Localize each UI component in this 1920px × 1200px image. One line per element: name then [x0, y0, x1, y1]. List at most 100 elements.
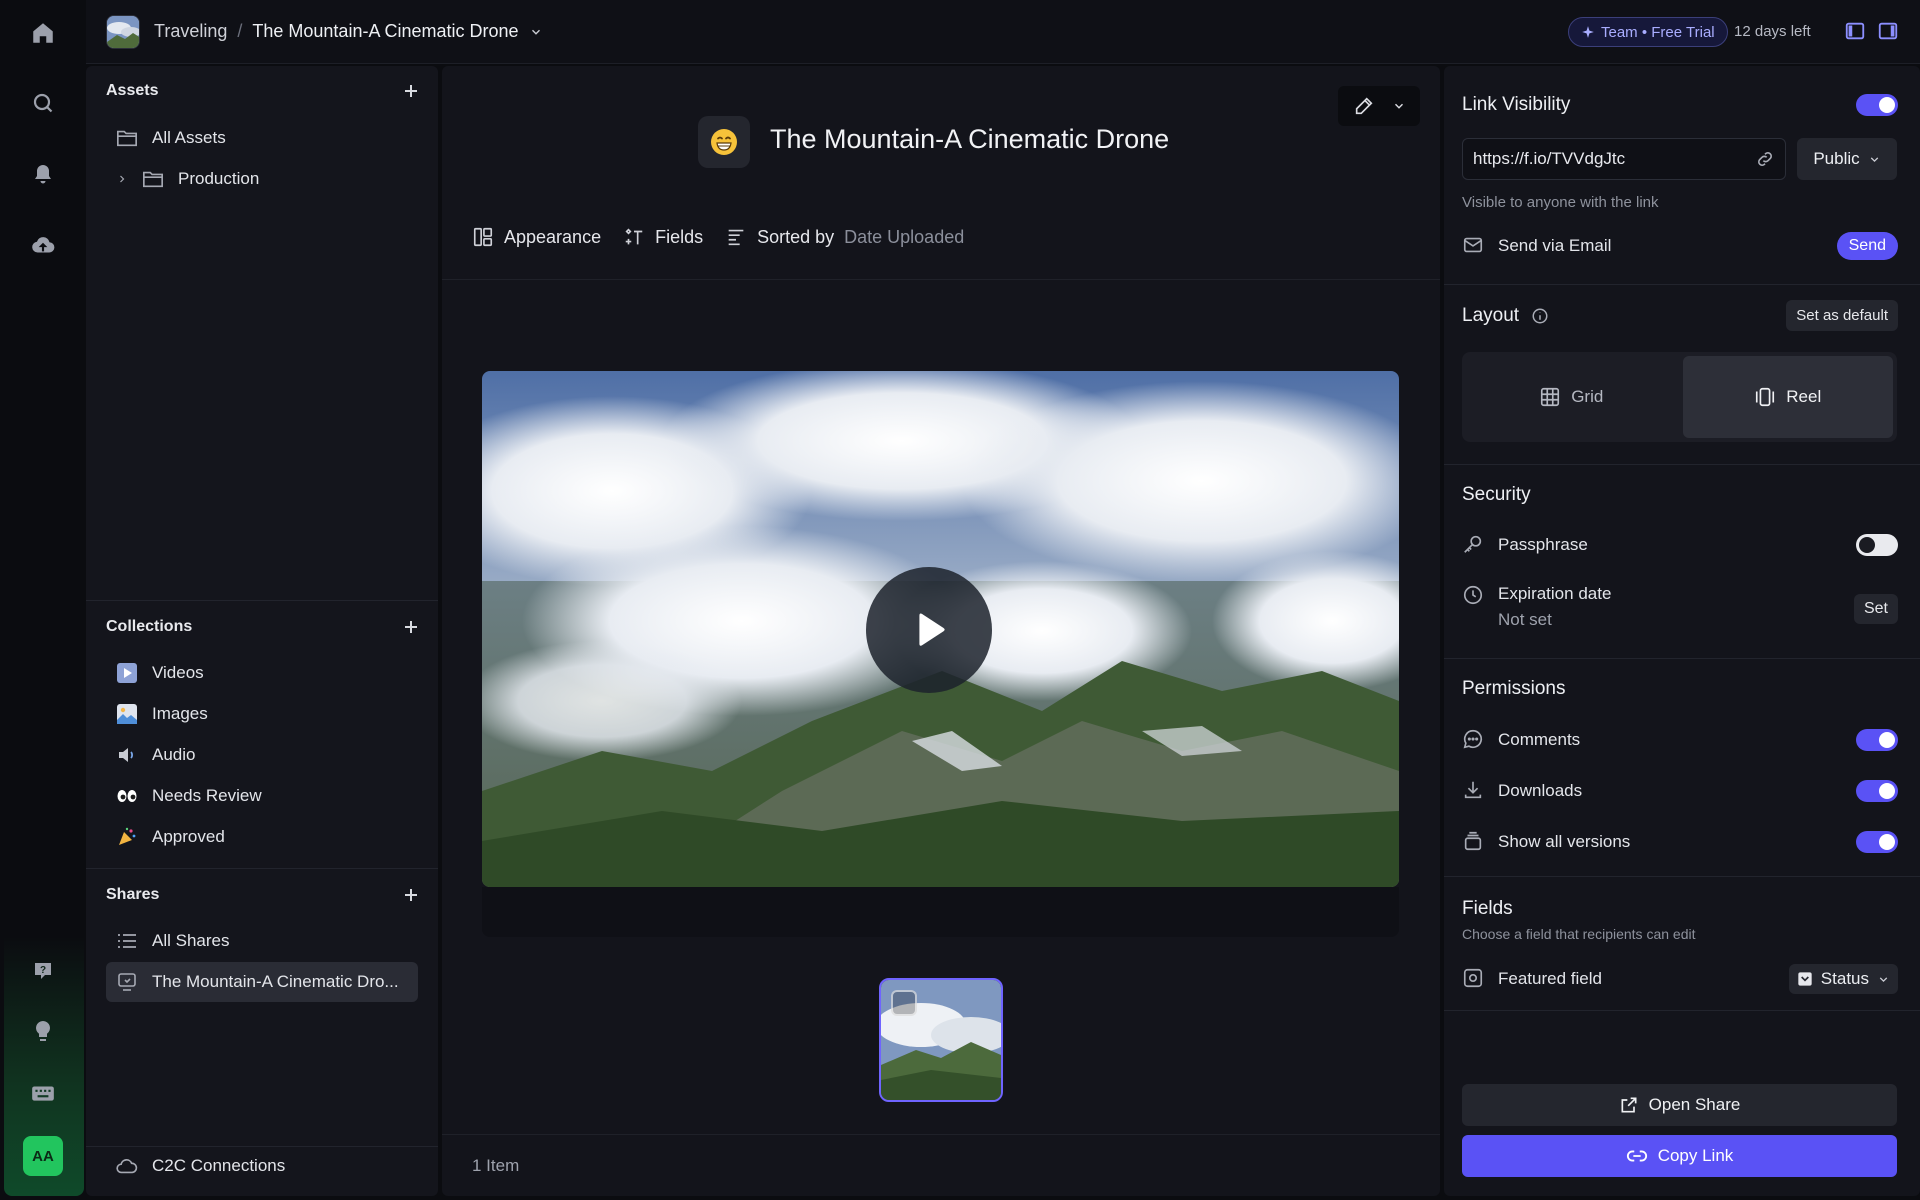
lightbulb-icon[interactable] [22, 1010, 64, 1052]
breadcrumb: Traveling / The Mountain-A Cinematic Dro… [154, 21, 543, 42]
share-current[interactable]: The Mountain-A Cinematic Dro... [106, 962, 418, 1002]
right-panel-toggle-icon[interactable] [1877, 20, 1901, 44]
add-share-icon[interactable] [404, 888, 418, 902]
divider [442, 1134, 1440, 1135]
sidebar-item-label: Approved [152, 827, 225, 846]
featured-field-select[interactable]: Status [1788, 964, 1898, 994]
chevron-right-icon[interactable] [116, 173, 128, 185]
link-visibility-row: Link Visibility [1462, 94, 1898, 116]
sidebar-item-label: C2C Connections [152, 1156, 286, 1175]
comments-toggle[interactable] [1856, 729, 1898, 751]
sidebar-item-label: Audio [152, 745, 196, 764]
link-icon[interactable] [1755, 149, 1775, 169]
passphrase-toggle[interactable] [1856, 534, 1898, 556]
breadcrumb-separator: / [237, 21, 243, 41]
collection-approved[interactable]: Approved [106, 817, 418, 857]
search-icon[interactable] [22, 82, 64, 124]
downloads-toggle[interactable] [1856, 780, 1898, 802]
downloads-label: Downloads [1498, 781, 1583, 800]
appearance-button[interactable]: Appearance [472, 226, 601, 248]
security-title: Security [1462, 484, 1531, 505]
trial-badge[interactable]: Team • Free Trial [1568, 17, 1728, 47]
set-as-default-button[interactable]: Set as default [1786, 300, 1898, 331]
link-visibility-title: Link Visibility [1462, 94, 1571, 115]
divider [1444, 876, 1920, 877]
speaker-icon [116, 744, 138, 766]
cloud-icon [116, 1155, 138, 1177]
upload-cloud-icon[interactable] [22, 225, 64, 267]
comments-label-group: Comments [1462, 728, 1580, 752]
chevron-down-icon [1868, 153, 1881, 166]
collection-videos[interactable]: Videos [106, 653, 418, 693]
open-share-button[interactable]: Open Share [1462, 1084, 1897, 1126]
thumbnail-select-checkbox[interactable] [891, 990, 917, 1016]
download-icon [1462, 779, 1486, 803]
set-expiration-button[interactable]: Set [1853, 594, 1898, 624]
expiration-text: Expiration date Not set [1498, 584, 1611, 630]
layout-option-label: Reel [1786, 387, 1822, 406]
top-header: Traveling / The Mountain-A Cinematic Dro… [86, 0, 1920, 64]
bell-icon[interactable] [22, 153, 64, 195]
show-versions-label-group: Show all versions [1462, 830, 1630, 854]
versions-stack-icon [1462, 830, 1486, 854]
folder-icon [142, 168, 164, 190]
sidebar-item-all-assets[interactable]: All Assets [106, 118, 418, 158]
visibility-select[interactable]: Public [1797, 138, 1897, 180]
home-icon[interactable] [22, 12, 64, 54]
breadcrumb-project[interactable]: Traveling [154, 21, 227, 42]
sidebar-item-production[interactable]: Production [106, 159, 418, 199]
layout-option-grid[interactable]: Grid [1466, 356, 1677, 438]
play-button[interactable] [866, 567, 992, 693]
fields-button[interactable]: Fields [623, 226, 703, 248]
pencil-icon [1353, 95, 1375, 117]
days-left: 12 days left [1734, 23, 1811, 40]
send-email-label-group: Send via Email [1462, 234, 1611, 258]
fields-header: Fields [1462, 898, 1898, 920]
featured-field-row: Featured field Status [1462, 964, 1898, 994]
help-icon[interactable]: ? [22, 950, 64, 992]
passphrase-label-group: Passphrase [1462, 533, 1588, 557]
title-emoji[interactable] [698, 116, 750, 168]
add-asset-icon[interactable] [404, 84, 418, 98]
item-count: 1 Item [472, 1156, 520, 1175]
reel-thumbnail[interactable] [879, 978, 1003, 1102]
eyes-icon [116, 785, 138, 807]
collection-images[interactable]: Images [106, 694, 418, 734]
edit-button[interactable] [1338, 86, 1420, 126]
project-thumbnail[interactable] [106, 14, 140, 49]
open-share-label: Open Share [1648, 1095, 1741, 1114]
left-panel-toggle-icon[interactable] [1844, 20, 1868, 44]
visibility-hint-row: Visible to anyone with the link [1462, 194, 1898, 211]
fields-title: Fields [1462, 898, 1513, 919]
collection-needs-review[interactable]: Needs Review [106, 776, 418, 816]
featured-field-label: Featured field [1498, 969, 1602, 988]
layout-option-reel[interactable]: Reel [1682, 356, 1893, 438]
video-player[interactable] [482, 371, 1399, 887]
info-icon[interactable] [1531, 307, 1549, 325]
sidebar-item-label: Needs Review [152, 786, 262, 805]
send-button[interactable]: Send [1836, 232, 1898, 260]
keyboard-icon[interactable] [22, 1072, 64, 1114]
sort-button[interactable]: Sorted by Date Uploaded [725, 226, 964, 248]
c2c-connections[interactable]: C2C Connections [106, 1146, 418, 1186]
chevron-down-icon[interactable] [529, 25, 543, 39]
link-visibility-toggle[interactable] [1856, 94, 1898, 116]
collections-header: Collections [106, 618, 418, 636]
fields-hint-row: Choose a field that recipients can edit [1462, 926, 1898, 942]
passphrase-row: Passphrase [1462, 533, 1898, 557]
collection-audio[interactable]: Audio [106, 735, 418, 775]
trial-badge-label: Team • Free Trial [1601, 23, 1715, 41]
share-settings-panel: Link Visibility https://f.io/TVVdgJtc Pu… [1444, 66, 1920, 1196]
show-versions-label: Show all versions [1498, 832, 1631, 851]
add-collection-icon[interactable] [404, 620, 418, 634]
share-all-shares[interactable]: All Shares [106, 921, 418, 961]
divider [86, 868, 438, 869]
chevron-down-icon [1877, 973, 1890, 986]
user-avatar[interactable]: AA [23, 1136, 63, 1176]
show-versions-toggle[interactable] [1856, 831, 1898, 853]
sorted-by-label: Sorted by [757, 226, 835, 247]
copy-link-button[interactable]: Copy Link [1462, 1135, 1897, 1177]
breadcrumb-current[interactable]: The Mountain-A Cinematic Drone [252, 21, 518, 42]
share-url-field[interactable]: https://f.io/TVVdgJtc [1462, 138, 1786, 180]
shares-title: Shares [106, 886, 160, 903]
